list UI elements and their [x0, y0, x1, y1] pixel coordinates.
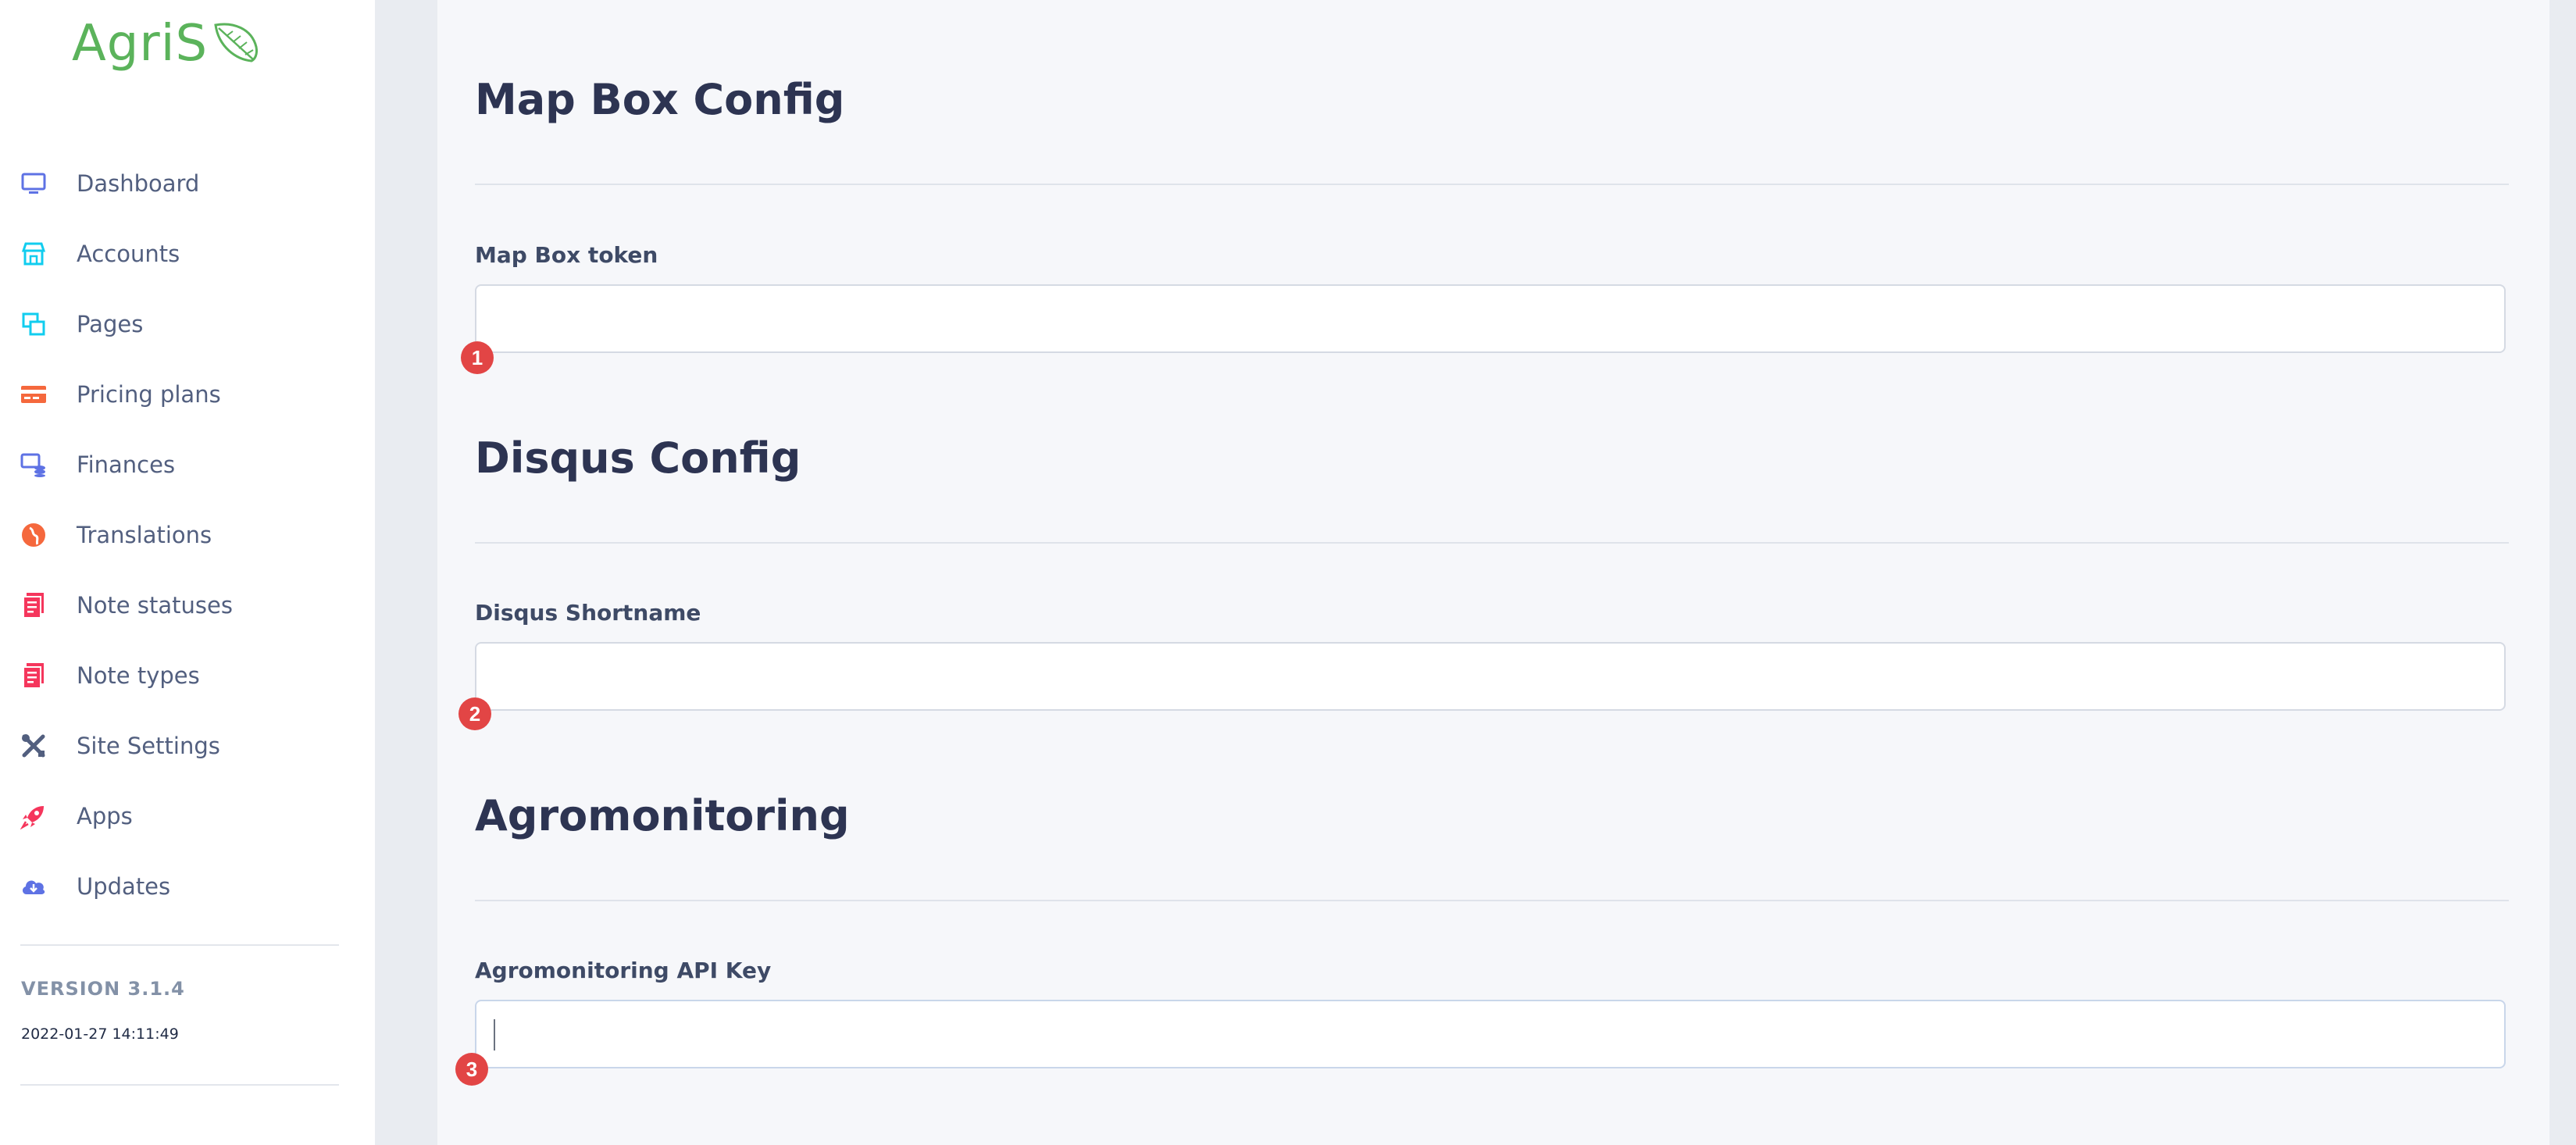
- sidebar-item-site-settings[interactable]: Site Settings: [0, 711, 375, 781]
- sidebar-item-label: Accounts: [77, 241, 180, 267]
- map-box-token-input[interactable]: [475, 284, 2506, 353]
- leaf-icon: [212, 20, 261, 67]
- monitor-icon: [20, 170, 47, 197]
- sidebar-item-label: Dashboard: [77, 170, 200, 197]
- agromonitoring-api-key-input[interactable]: [475, 1000, 2506, 1068]
- sidebar-item-accounts[interactable]: Accounts: [0, 219, 375, 289]
- disqus-shortname-input[interactable]: [475, 642, 2506, 711]
- text-caret: [494, 1019, 495, 1050]
- section-divider: [475, 542, 2509, 544]
- cloud-download-icon: [20, 873, 47, 900]
- section-divider: [475, 900, 2509, 901]
- sidebar: AgriS Dashboard Accounts Pages Pricing p…: [0, 0, 375, 1145]
- sidebar-divider: [20, 944, 339, 946]
- sidebar-item-finances[interactable]: Finances: [0, 430, 375, 500]
- rocket-icon: [20, 803, 47, 829]
- sidebar-item-label: Apps: [77, 803, 133, 829]
- pages-icon: [20, 311, 47, 337]
- section-title-agromonitoring: Agromonitoring: [475, 791, 850, 840]
- credit-card-icon: [20, 381, 47, 408]
- sidebar-divider: [20, 1084, 339, 1086]
- sidebar-item-label: Updates: [77, 873, 171, 900]
- build-date: 2022-01-27 14:11:49: [21, 1026, 179, 1043]
- sidebar-item-updates[interactable]: Updates: [0, 851, 375, 922]
- annotation-badge: 2: [458, 697, 491, 730]
- tools-icon: [20, 733, 47, 759]
- section-title-map-box: Map Box Config: [475, 75, 845, 124]
- sidebar-item-pages[interactable]: Pages: [0, 289, 375, 359]
- note-icon: [20, 592, 47, 619]
- sidebar-item-dashboard[interactable]: Dashboard: [0, 148, 375, 219]
- sidebar-item-label: Pricing plans: [77, 381, 221, 408]
- annotation-badge: 1: [461, 341, 494, 374]
- sidebar-item-label: Translations: [77, 522, 212, 548]
- app-version: VERSION 3.1.4: [21, 978, 185, 1000]
- brand-name: AgriS: [72, 15, 209, 73]
- sidebar-nav: Dashboard Accounts Pages Pricing plans F…: [0, 148, 375, 922]
- sidebar-item-label: Pages: [77, 311, 144, 337]
- sidebar-item-apps[interactable]: Apps: [0, 781, 375, 851]
- sidebar-item-label: Note statuses: [77, 592, 233, 619]
- section-title-disqus: Disqus Config: [475, 433, 801, 483]
- store-icon: [20, 241, 47, 267]
- logo[interactable]: AgriS: [72, 11, 261, 77]
- sidebar-item-label: Site Settings: [77, 733, 220, 759]
- annotation-badge: 3: [455, 1053, 488, 1086]
- sidebar-item-note-statuses[interactable]: Note statuses: [0, 570, 375, 640]
- section-divider: [475, 184, 2509, 185]
- sidebar-item-pricing-plans[interactable]: Pricing plans: [0, 359, 375, 430]
- sidebar-item-label: Finances: [77, 451, 176, 478]
- finance-icon: [20, 451, 47, 478]
- note-icon: [20, 662, 47, 689]
- sidebar-item-note-types[interactable]: Note types: [0, 640, 375, 711]
- sidebar-item-translations[interactable]: Translations: [0, 500, 375, 570]
- agromonitoring-api-key-label: Agromonitoring API Key: [475, 958, 772, 983]
- sidebar-item-label: Note types: [77, 662, 200, 689]
- map-box-token-label: Map Box token: [475, 242, 658, 268]
- globe-icon: [20, 522, 47, 548]
- disqus-shortname-label: Disqus Shortname: [475, 600, 701, 626]
